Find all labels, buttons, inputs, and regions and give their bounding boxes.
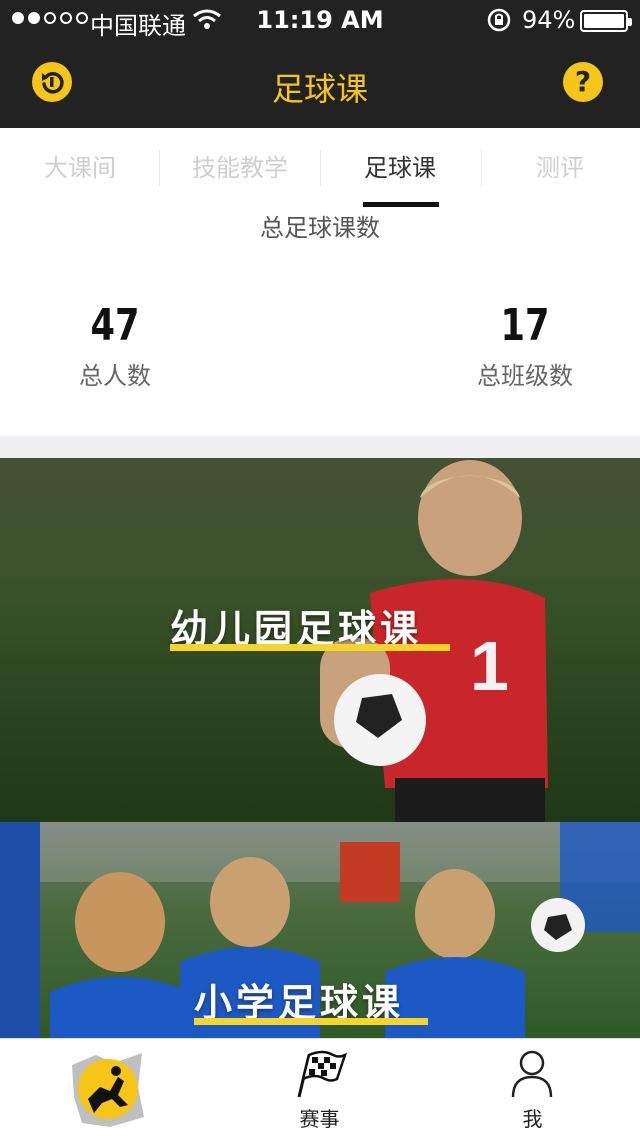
help-button[interactable]: ?	[563, 62, 603, 102]
title-underline	[170, 644, 450, 651]
status-bar: 中国联通 11:19 AM 94%	[0, 0, 640, 40]
person-icon	[511, 1050, 553, 1098]
section-divider	[0, 436, 640, 458]
navigation-bar: 足球课 ?	[0, 40, 640, 128]
total-classes-label: 总班级数	[477, 362, 573, 390]
checkered-flag-icon	[297, 1050, 347, 1098]
active-tab-indicator	[363, 202, 439, 207]
tab-bar-events-label: 赛事	[299, 1107, 340, 1131]
tab-bar-events[interactable]: 赛事	[213, 1039, 426, 1136]
battery-percent: 94%	[522, 6, 576, 34]
total-classes-value: 17	[500, 300, 550, 351]
help-icon: ?	[574, 65, 592, 98]
stats-title: 总足球课数	[260, 214, 380, 242]
bottom-tab-bar: 赛事 我	[0, 1038, 640, 1136]
category-tabs: 大课间 技能教学 足球课 测评	[0, 128, 640, 208]
tab-break-activity[interactable]: 大课间	[0, 128, 160, 208]
tab-skill-teaching[interactable]: 技能教学	[160, 128, 320, 208]
tab-bar-home[interactable]	[0, 1039, 213, 1136]
tab-assessment[interactable]: 测评	[480, 128, 640, 208]
primary-course-card[interactable]: 小学足球课	[0, 822, 640, 1038]
total-people-label: 总人数	[79, 362, 151, 390]
rotation-lock-icon	[487, 8, 511, 32]
tab-bar-me-label: 我	[522, 1107, 543, 1131]
svg-text:1: 1	[470, 627, 509, 705]
battery-icon	[580, 10, 632, 32]
app-logo-icon	[72, 1053, 144, 1127]
kindergarten-course-card[interactable]: 1 幼儿园足球课	[0, 458, 640, 822]
page-title: 足球课	[271, 70, 368, 108]
tab-bar-me[interactable]: 我	[426, 1039, 639, 1136]
tab-football-class[interactable]: 足球课	[320, 128, 480, 208]
stats-panel: 总足球课数 47 总人数 17 总班级数	[0, 208, 640, 436]
total-people-value: 47	[90, 300, 140, 351]
title-underline	[194, 1018, 428, 1025]
